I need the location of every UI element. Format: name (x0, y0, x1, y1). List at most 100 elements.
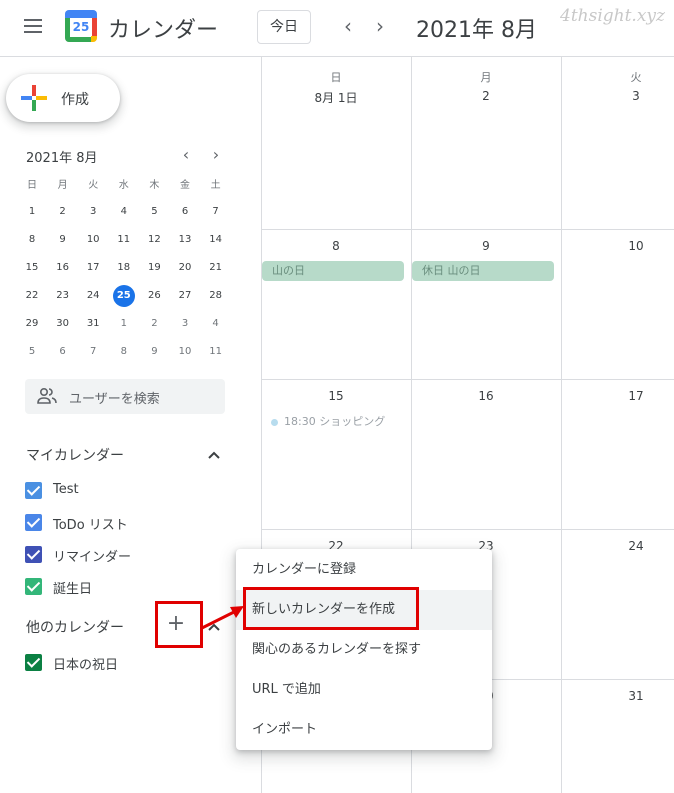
mini-day[interactable]: 19 (139, 259, 169, 277)
mini-day-today[interactable]: 25 (109, 285, 139, 307)
mini-day[interactable]: 3 (170, 315, 200, 333)
mini-day[interactable]: 28 (201, 287, 231, 305)
mini-day[interactable]: 12 (139, 231, 169, 249)
mini-day[interactable]: 10 (170, 343, 200, 361)
mini-day[interactable]: 10 (78, 231, 108, 249)
search-people-placeholder: ユーザーを検索 (69, 392, 160, 407)
menu-item[interactable]: URL で追加 (236, 670, 492, 710)
mini-day[interactable]: 20 (170, 259, 200, 277)
mini-day[interactable]: 27 (170, 287, 200, 305)
mini-day[interactable]: 30 (48, 315, 78, 333)
mini-day[interactable]: 18 (109, 259, 139, 277)
mini-day[interactable]: 11 (109, 231, 139, 249)
menu-item[interactable]: カレンダーに登録 (236, 550, 492, 590)
chevron-up-icon[interactable] (206, 448, 222, 464)
mini-day[interactable]: 15 (17, 259, 47, 277)
checkbox-checked-icon[interactable] (25, 514, 42, 531)
mini-day[interactable]: 2 (48, 203, 78, 221)
mini-day[interactable]: 22 (17, 287, 47, 305)
mini-day[interactable]: 5 (139, 203, 169, 221)
mini-day[interactable]: 5 (17, 343, 47, 361)
mini-day[interactable]: 2 (139, 315, 169, 333)
calendar-label: 日本の祝日 (53, 658, 119, 673)
mini-day[interactable]: 8 (109, 343, 139, 361)
mini-day[interactable]: 21 (201, 259, 231, 277)
people-icon (37, 387, 57, 404)
mini-day[interactable]: 4 (109, 203, 139, 221)
today-button[interactable]: 今日 (257, 10, 311, 44)
day-number[interactable]: 8 (261, 239, 411, 253)
mini-day[interactable]: 6 (170, 203, 200, 221)
other-calendars-title[interactable]: 他のカレンダー (26, 617, 124, 637)
add-calendar-menu: カレンダーに登録 新しいカレンダーを作成 関心のあるカレンダーを探す URL で追加イ… (236, 549, 492, 750)
mini-weekday-label: 木 (149, 180, 160, 191)
mini-weekday-label: 火 (88, 180, 99, 191)
day-number[interactable]: 3 (561, 89, 674, 103)
holiday-event-chip[interactable]: 休日 山の日 (412, 261, 554, 281)
mini-day[interactable]: 8 (17, 231, 47, 249)
mini-day[interactable]: 4 (201, 315, 231, 333)
mini-prev-month-icon[interactable]: ‹ (178, 145, 194, 165)
mini-day[interactable]: 29 (17, 315, 47, 333)
mini-day[interactable]: 23 (48, 287, 78, 305)
day-number[interactable]: 24 (561, 539, 674, 553)
mini-day[interactable]: 1 (109, 315, 139, 333)
mini-weekday-label: 水 (118, 180, 129, 191)
weekday-header: 日 (330, 71, 342, 84)
mini-weekday-label: 月 (57, 180, 68, 191)
mini-day[interactable]: 14 (201, 231, 231, 249)
calendar-label: ToDo リスト (53, 518, 128, 533)
checkbox-checked-icon[interactable] (25, 578, 42, 595)
checkbox-checked-icon[interactable] (25, 482, 42, 499)
mini-day[interactable]: 9 (139, 343, 169, 361)
day-number[interactable]: 31 (561, 689, 674, 703)
calendar-logo-icon: 25 (65, 10, 97, 42)
mini-day[interactable]: 17 (78, 259, 108, 277)
mini-day[interactable]: 7 (201, 203, 231, 221)
mini-day[interactable]: 3 (78, 203, 108, 221)
create-label: 作成 (61, 92, 89, 108)
top-bar: 25 カレンダー 今日 ‹ › 2021年 8月 4thsight.xyz (0, 0, 674, 57)
calendar-label: Test (53, 482, 79, 497)
checkbox-checked-icon[interactable] (25, 546, 42, 563)
prev-month-icon[interactable]: ‹ (338, 14, 358, 38)
day-number[interactable]: 2 (411, 89, 561, 103)
day-number[interactable]: 16 (411, 389, 561, 403)
day-number[interactable]: 15 (261, 389, 411, 403)
create-plus-icon (21, 85, 47, 111)
mini-day[interactable]: 9 (48, 231, 78, 249)
mini-next-month-icon[interactable]: › (208, 145, 224, 165)
calendar-label: 誕生日 (53, 582, 93, 597)
mini-day[interactable]: 6 (48, 343, 78, 361)
mini-day[interactable]: 7 (78, 343, 108, 361)
mini-day[interactable]: 11 (201, 343, 231, 361)
day-number[interactable]: 10 (561, 239, 674, 253)
day-number[interactable]: 9 (411, 239, 561, 253)
timed-event[interactable]: 18:30 ショッピング (271, 413, 385, 429)
create-button[interactable]: 作成 (6, 74, 120, 122)
day-number[interactable]: 17 (561, 389, 674, 403)
mini-day[interactable]: 26 (139, 287, 169, 305)
watermark: 4thsight.xyz (560, 6, 665, 26)
weekday-header: 火 (630, 71, 642, 84)
my-calendars-title[interactable]: マイカレンダー (26, 445, 124, 465)
mini-day[interactable]: 24 (78, 287, 108, 305)
mini-day[interactable]: 31 (78, 315, 108, 333)
mini-day[interactable]: 1 (17, 203, 47, 221)
mini-day[interactable]: 13 (170, 231, 200, 249)
mini-weekday-label: 日 (27, 180, 37, 191)
menu-item[interactable]: 関心のあるカレンダーを探す (236, 630, 492, 670)
weekday-header: 月 (480, 71, 492, 84)
main-menu-icon[interactable] (24, 19, 42, 33)
highlight-box (243, 587, 419, 630)
day-number[interactable]: 8月 1日 (261, 89, 411, 106)
calendar-label: リマインダー (53, 550, 132, 565)
app-title: カレンダー (108, 18, 219, 43)
holiday-event-chip[interactable]: 山の日 (262, 261, 404, 281)
mini-day[interactable]: 16 (48, 259, 78, 277)
next-month-icon[interactable]: › (370, 14, 390, 38)
menu-item[interactable]: インポート (236, 710, 492, 750)
highlight-box (155, 601, 203, 648)
search-people-input[interactable]: ユーザーを検索 (25, 379, 225, 414)
checkbox-checked-icon[interactable] (25, 654, 42, 671)
